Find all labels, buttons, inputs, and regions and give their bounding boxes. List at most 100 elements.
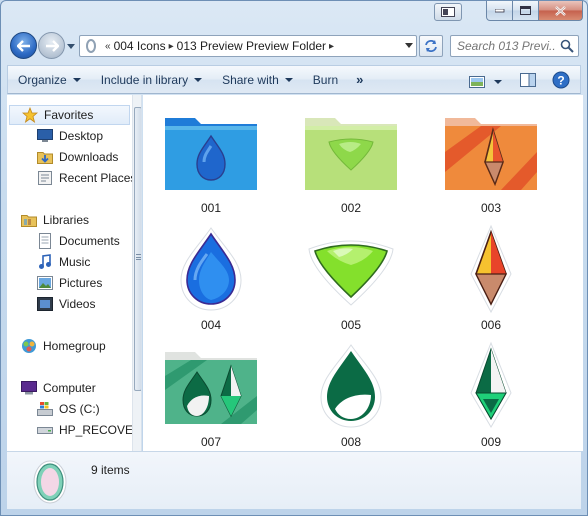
include-in-library-menu[interactable]: Include in library: [91, 66, 212, 93]
window-switch-button[interactable]: [434, 3, 462, 21]
documents-icon: [37, 233, 53, 249]
svg-text:?: ?: [557, 74, 564, 88]
address-dropdown-icon[interactable]: [405, 43, 413, 48]
maximize-button[interactable]: [513, 1, 539, 21]
file-item[interactable]: 009: [431, 341, 551, 451]
desktop-icon: [37, 128, 53, 144]
file-item[interactable]: 002: [291, 109, 411, 221]
homegroup-icon: [21, 338, 37, 354]
file-item[interactable]: 005: [291, 226, 411, 338]
scrollbar-thumb[interactable]: [134, 107, 141, 391]
share-label: Share with: [222, 72, 279, 87]
include-label: Include in library: [100, 72, 189, 87]
sidebar-item-computer[interactable]: Computer: [7, 378, 96, 398]
breadcrumb-chevron-icon[interactable]: ▸: [329, 41, 334, 52]
file-name: 004: [200, 318, 222, 332]
file-item[interactable]: 007: [151, 343, 271, 451]
view-icon: [469, 75, 485, 88]
breadcrumb-chevron-icon[interactable]: ▸: [169, 41, 174, 52]
recent-pages-dropdown[interactable]: [67, 42, 75, 50]
green-gem-icon: [301, 226, 401, 312]
share-with-menu[interactable]: Share with: [212, 66, 303, 93]
file-item[interactable]: 001: [151, 109, 271, 221]
sidebar-item-label: Pictures: [59, 276, 103, 290]
sidebar-item-label: OS (C:): [59, 402, 100, 416]
forward-button[interactable]: [38, 32, 65, 59]
search-box[interactable]: [450, 35, 579, 57]
chevron-down-icon: [494, 79, 502, 84]
sidebar-item-recent-places[interactable]: Recent Places: [7, 168, 136, 188]
sidebar-item-label: Videos: [59, 297, 96, 311]
file-name: 001: [200, 201, 222, 215]
change-view-button[interactable]: [465, 73, 506, 91]
file-name: 009: [480, 435, 502, 449]
sidebar-item-label: Homegroup: [43, 339, 106, 353]
sidebar-item-libraries[interactable]: Libraries: [7, 210, 89, 230]
sidebar-item-videos[interactable]: Videos: [7, 294, 95, 314]
computer-icon: [21, 380, 37, 396]
blue-folder-drop-icon: [161, 109, 261, 195]
navigation-scrollbar[interactable]: [132, 95, 141, 451]
chevron-down-icon: [72, 77, 81, 82]
sidebar-item-pictures[interactable]: Pictures: [7, 273, 102, 293]
sidebar-item-label: Downloads: [59, 150, 119, 164]
explorer-window: « 004 Icons ▸ 013 Preview Preview Folder…: [0, 0, 588, 516]
refresh-button[interactable]: [419, 35, 443, 57]
search-icon[interactable]: [560, 39, 574, 53]
file-item[interactable]: 008: [291, 343, 411, 451]
drive-icon: [37, 422, 53, 438]
chevron-down-icon: [284, 77, 293, 82]
chevron-down-icon: [194, 77, 203, 82]
sidebar-item-music[interactable]: Music: [7, 252, 90, 272]
sidebar-item-label: Music: [59, 255, 91, 269]
sidebar-item-label: HP_RECOVERY: [59, 423, 142, 437]
file-name: 005: [340, 318, 362, 332]
file-name: 003: [480, 201, 502, 215]
breadcrumb-item[interactable]: 013 Preview Preview Folder: [177, 39, 326, 53]
sidebar-item-os-drive[interactable]: OS (C:): [7, 399, 100, 419]
folder-location-icon: [86, 39, 96, 53]
help-button[interactable]: ?: [550, 69, 572, 94]
organize-label: Organize: [18, 72, 67, 87]
file-name: 008: [340, 435, 362, 449]
preview-pane-button[interactable]: [514, 71, 542, 92]
sidebar-item-desktop[interactable]: Desktop: [7, 126, 103, 146]
scrollbar-grip-icon: [136, 254, 141, 260]
sidebar-item-label: Favorites: [44, 108, 94, 122]
organize-menu[interactable]: Organize: [8, 66, 91, 93]
file-list: 001 002 003 004 005 006 007 008 009: [143, 95, 583, 451]
breadcrumb-overflow-icon[interactable]: «: [105, 41, 111, 52]
sidebar-item-label: Documents: [59, 234, 120, 248]
navigation-pane: Favorites Desktop Downloads Recent Place…: [7, 95, 142, 451]
downloads-folder-icon: [37, 149, 53, 165]
file-item[interactable]: 003: [431, 109, 551, 221]
videos-icon: [37, 296, 53, 312]
preview-pane-icon: [520, 73, 536, 87]
sidebar-item-favorites[interactable]: Favorites: [9, 105, 130, 125]
sidebar-item-recovery-drive[interactable]: HP_RECOVERY: [7, 420, 142, 440]
back-button[interactable]: [10, 32, 37, 59]
file-item[interactable]: 006: [431, 224, 551, 338]
sidebar-item-downloads[interactable]: Downloads: [7, 147, 118, 167]
gem-preview-icon: [33, 459, 67, 508]
sidebar-item-documents[interactable]: Documents: [7, 231, 120, 251]
sidebar-item-label: Computer: [43, 381, 96, 395]
star-icon: [22, 107, 38, 123]
refresh-icon: [425, 40, 437, 52]
close-button[interactable]: [539, 1, 583, 21]
pictures-icon: [37, 275, 53, 291]
search-input[interactable]: [451, 39, 555, 53]
details-pane: 9 items: [7, 451, 581, 509]
file-name: 007: [200, 435, 222, 449]
orange-crystal-icon: [441, 224, 541, 314]
minimize-button[interactable]: [486, 1, 513, 21]
breadcrumb-item[interactable]: 004 Icons: [114, 39, 166, 53]
sidebar-item-homegroup[interactable]: Homegroup: [7, 336, 106, 356]
more-commands-button[interactable]: »: [348, 72, 371, 87]
burn-button[interactable]: Burn: [303, 66, 348, 93]
command-bar: Organize Include in library Share with B…: [7, 65, 581, 94]
item-count: 9 items: [91, 463, 130, 477]
orange-folder-crystal-icon: [441, 109, 541, 195]
file-item[interactable]: 004: [151, 226, 271, 338]
address-bar[interactable]: « 004 Icons ▸ 013 Preview Preview Folder…: [79, 35, 417, 57]
